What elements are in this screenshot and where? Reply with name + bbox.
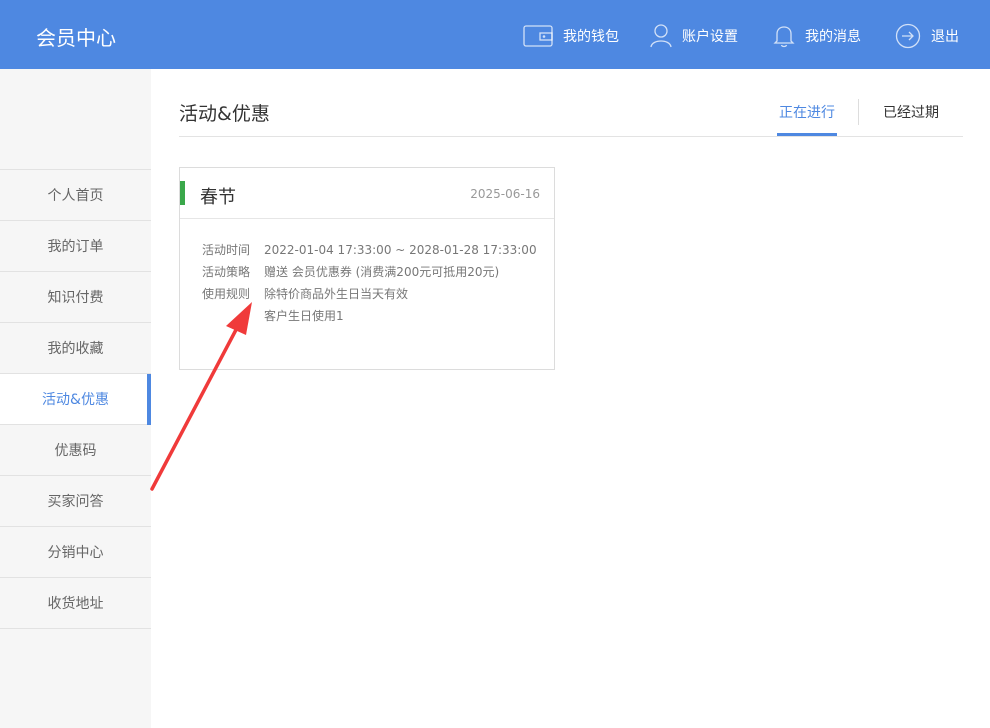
brand-title: 会员中心 xyxy=(36,26,116,50)
row-value: 除特价商品外生日当天有效 xyxy=(264,287,409,301)
sidebar-item-distribution[interactable]: 分销中心 xyxy=(0,527,151,578)
card-date: 2025-06-16 xyxy=(470,187,540,201)
nav-messages-label: 我的消息 xyxy=(805,29,861,45)
sidebar-item-buyer-qa[interactable]: 买家问答 xyxy=(0,476,151,527)
card-row-strategy: 活动策略 赠送 会员优惠券 (消费满200元可抵用20元) xyxy=(202,263,499,280)
nav-wallet-label: 我的钱包 xyxy=(563,29,619,45)
row-label: 使用规则 xyxy=(202,287,251,301)
sidebar-item-paid-knowledge[interactable]: 知识付费 xyxy=(0,272,151,323)
nav-messages[interactable]: 我的消息 xyxy=(773,22,861,50)
nav-account-label: 账户设置 xyxy=(682,29,738,45)
tab-separator xyxy=(858,99,859,125)
sidebar-item-promotions[interactable]: 活动&优惠 xyxy=(0,374,151,425)
card-row-rules: 使用规则 除特价商品外生日当天有效 xyxy=(202,285,408,302)
title-divider xyxy=(179,136,963,137)
card-accent-bar xyxy=(180,181,185,205)
tab-ongoing[interactable]: 正在进行 xyxy=(779,102,835,122)
card-header: 春节 2025-06-16 xyxy=(180,168,554,219)
promotion-card: 春节 2025-06-16 活动时间 2022-01-04 17:33:00 ~ … xyxy=(179,167,555,370)
page-title: 活动&优惠 xyxy=(179,103,270,125)
row-label: 活动策略 xyxy=(202,265,251,279)
user-icon xyxy=(650,24,672,48)
sidebar-item-coupon-codes[interactable]: 优惠码 xyxy=(0,425,151,476)
sidebar-item-favorites[interactable]: 我的收藏 xyxy=(0,323,151,374)
tab-active-indicator xyxy=(777,133,837,136)
nav-account-settings[interactable]: 账户设置 xyxy=(650,22,738,50)
card-row-time: 活动时间 2022-01-04 17:33:00 ~ 2028-01-28 17:… xyxy=(202,241,537,258)
card-row-rules-extra: 客户生日使用1 xyxy=(202,307,344,324)
sidebar-item-address[interactable]: 收货地址 xyxy=(0,578,151,629)
row-value: 赠送 会员优惠券 (消费满200元可抵用20元) xyxy=(264,265,500,279)
tab-expired[interactable]: 已经过期 xyxy=(883,102,939,122)
bell-icon xyxy=(773,26,795,48)
row-value: 2022-01-04 17:33:00 ~ 2028-01-28 17:33:0… xyxy=(264,243,537,257)
row-value: 客户生日使用1 xyxy=(264,309,344,323)
sidebar-item-home[interactable]: 个人首页 xyxy=(0,170,151,221)
nav-logout-label: 退出 xyxy=(931,29,959,45)
top-bar: 会员中心 我的钱包 账户设置 我的消息 退出 xyxy=(0,0,990,69)
sidebar-item-orders[interactable]: 我的订单 xyxy=(0,221,151,272)
sidebar-menu: 个人首页 我的订单 知识付费 我的收藏 活动&优惠 优惠码 买家问答 分销中心 … xyxy=(0,169,151,629)
sidebar: 个人首页 我的订单 知识付费 我的收藏 活动&优惠 优惠码 买家问答 分销中心 … xyxy=(0,69,151,728)
logout-icon xyxy=(895,23,921,49)
nav-logout[interactable]: 退出 xyxy=(895,22,959,50)
wallet-icon xyxy=(523,25,553,47)
row-label: 活动时间 xyxy=(202,243,251,257)
nav-wallet[interactable]: 我的钱包 xyxy=(523,22,619,50)
card-title: 春节 xyxy=(200,187,236,208)
